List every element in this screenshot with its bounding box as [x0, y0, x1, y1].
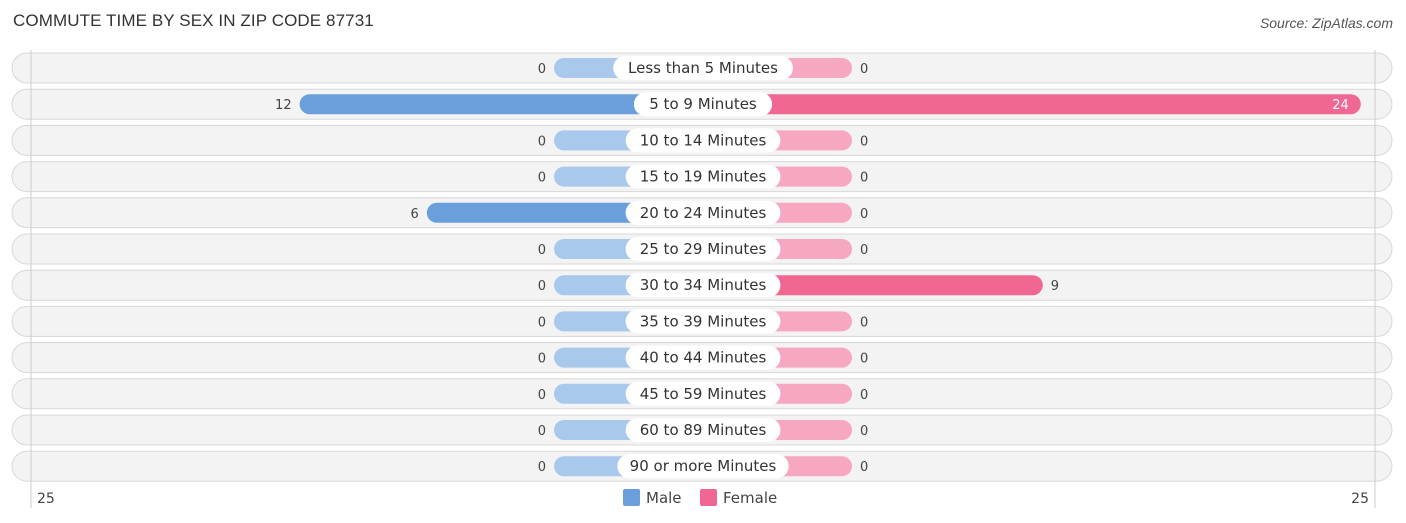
- value-label-male: 6: [411, 207, 419, 222]
- chart-row: 35 to 39 Minutes 0 0: [11, 305, 1393, 337]
- value-label-male: 0: [538, 460, 546, 475]
- value-label-female: 0: [860, 171, 868, 186]
- chart-row: 30 to 34 Minutes 0 9: [11, 269, 1393, 301]
- value-label-male: 0: [538, 352, 546, 367]
- value-label-female: 0: [860, 315, 868, 330]
- chart-row: Less than 5 Minutes 0 0: [11, 52, 1393, 84]
- value-label-female: 0: [860, 243, 868, 258]
- value-label-female: 0: [860, 460, 868, 475]
- value-label-male: 0: [538, 134, 546, 149]
- axis-label-right: 25: [1351, 491, 1369, 507]
- category-label: 35 to 39 Minutes: [640, 312, 767, 330]
- chart-row: 5 to 9 Minutes 12 24: [11, 88, 1393, 120]
- value-label-male: 0: [538, 388, 546, 403]
- chart-row: 60 to 89 Minutes 0 0: [11, 414, 1393, 446]
- value-label-female: 0: [860, 388, 868, 403]
- chart-row: 25 to 29 Minutes 0 0: [11, 233, 1393, 265]
- category-label: Less than 5 Minutes: [628, 59, 778, 77]
- value-label-female: 24: [1332, 98, 1349, 113]
- value-label-female: 0: [860, 134, 868, 149]
- chart-row: 15 to 19 Minutes 0 0: [11, 161, 1393, 193]
- bar-female[interactable]: [703, 94, 1361, 115]
- category-label: 60 to 89 Minutes: [640, 421, 767, 439]
- category-label: 90 or more Minutes: [630, 457, 777, 475]
- value-label-male: 0: [538, 424, 546, 439]
- legend-label-female: Female: [723, 489, 777, 507]
- value-label-male: 0: [538, 279, 546, 294]
- category-label: 25 to 29 Minutes: [640, 240, 767, 258]
- category-label: 20 to 24 Minutes: [640, 204, 767, 222]
- chart: Less than 5 Minutes 0 0 5 to 9 Minutes 12 24 1…: [11, 50, 1393, 508]
- legend-label-male: Male: [646, 489, 682, 507]
- chart-row: 10 to 14 Minutes 0 0: [11, 124, 1393, 156]
- legend: Male Female: [623, 489, 777, 507]
- category-label: 5 to 9 Minutes: [649, 95, 757, 113]
- value-label-male: 0: [538, 62, 546, 77]
- category-label: 15 to 19 Minutes: [640, 168, 767, 186]
- value-label-female: 0: [860, 62, 868, 77]
- value-label-male: 12: [275, 98, 292, 113]
- legend-swatch-male: [623, 489, 640, 506]
- legend-swatch-female: [700, 489, 717, 506]
- chart-row: 40 to 44 Minutes 0 0: [11, 342, 1393, 374]
- value-label-female: 0: [860, 352, 868, 367]
- chart-row: 90 or more Minutes 0 0: [11, 450, 1393, 482]
- category-label: 10 to 14 Minutes: [640, 131, 767, 149]
- chart-row: 45 to 59 Minutes 0 0: [11, 378, 1393, 410]
- category-label: 40 to 44 Minutes: [640, 349, 767, 367]
- category-label: 30 to 34 Minutes: [640, 276, 767, 294]
- value-label-male: 0: [538, 315, 546, 330]
- value-label-female: 9: [1051, 279, 1059, 294]
- chart-row: 20 to 24 Minutes 6 0: [11, 197, 1393, 229]
- value-label-female: 0: [860, 207, 868, 222]
- value-label-male: 0: [538, 243, 546, 258]
- value-label-female: 0: [860, 424, 868, 439]
- axis-label-left: 25: [37, 491, 55, 507]
- category-label: 45 to 59 Minutes: [640, 385, 767, 403]
- value-label-male: 0: [538, 171, 546, 186]
